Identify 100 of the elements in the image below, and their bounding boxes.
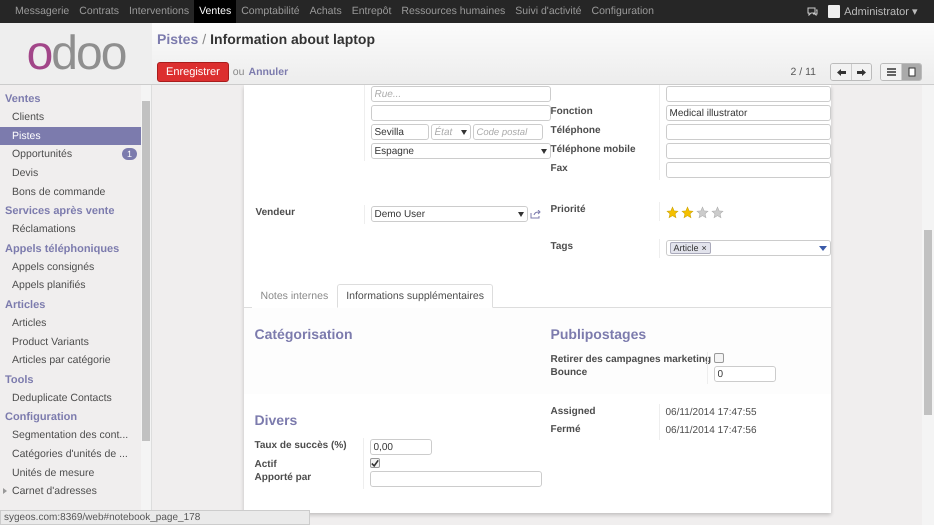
sidebar-section-title: Appels téléphoniques bbox=[4, 242, 120, 257]
checkbox[interactable] bbox=[370, 458, 380, 468]
right-arrow-icon bbox=[857, 68, 866, 76]
breadcrumb-link[interactable]: Pistes bbox=[157, 31, 198, 47]
star-icon[interactable] bbox=[666, 206, 678, 219]
tag: Article × bbox=[670, 242, 711, 254]
scrollbar[interactable] bbox=[922, 85, 934, 525]
count-badge: 1 bbox=[122, 148, 137, 160]
street-field[interactable]: Rue... bbox=[370, 86, 550, 102]
previous-button[interactable] bbox=[831, 64, 851, 80]
field-label: Taux de succès (%) bbox=[254, 439, 348, 453]
section-title: Catégorisation bbox=[254, 326, 354, 342]
sidebar-item[interactable]: Unités de mesure bbox=[0, 463, 141, 482]
input-field[interactable] bbox=[370, 471, 542, 487]
sidebar-item[interactable]: Articles bbox=[0, 314, 141, 332]
sidebar-item[interactable]: Product Variants bbox=[0, 332, 141, 351]
menu-item[interactable]: Entrepôt bbox=[346, 0, 396, 23]
caret-icon bbox=[460, 130, 466, 134]
date-value: 06/11/2014 17:47:56 bbox=[666, 424, 757, 438]
separator: / bbox=[202, 31, 206, 47]
field-label: Assigned bbox=[550, 405, 597, 419]
menu-item[interactable]: Ventes bbox=[194, 0, 236, 23]
country-dropdown[interactable]: Espagne bbox=[370, 143, 550, 159]
external-link-icon[interactable] bbox=[530, 210, 540, 218]
field-label: Téléphone mobile bbox=[550, 143, 637, 157]
field-label: Priorité bbox=[550, 203, 587, 217]
menu-item[interactable]: Ressources humaines bbox=[396, 0, 510, 23]
field-label: Téléphone bbox=[550, 124, 602, 138]
sidebar-item[interactable]: Clients bbox=[0, 108, 141, 127]
form-icon bbox=[908, 67, 916, 77]
sidebar-item[interactable]: Segmentation des cont... bbox=[0, 426, 141, 445]
menu-item[interactable]: Achats bbox=[304, 0, 347, 23]
menu-item[interactable]: Comptabilité bbox=[236, 0, 305, 23]
list-icon bbox=[886, 68, 896, 76]
input-field[interactable] bbox=[666, 124, 830, 140]
next-button[interactable] bbox=[851, 64, 871, 80]
checkbox[interactable] bbox=[714, 353, 724, 363]
star-icon[interactable] bbox=[680, 206, 694, 219]
date-value: 06/11/2014 17:47:55 bbox=[666, 406, 757, 420]
sidebar-item[interactable]: Devis bbox=[0, 164, 141, 182]
sidebar-section-title: Tools bbox=[4, 372, 35, 388]
caret-icon bbox=[818, 246, 826, 250]
zip-field[interactable]: Code postal bbox=[472, 124, 542, 140]
chat-icon[interactable] bbox=[807, 7, 818, 16]
save-button[interactable]: Enregistrer bbox=[157, 62, 229, 82]
section-title: Publipostages bbox=[550, 326, 648, 342]
caret-icon bbox=[540, 148, 546, 154]
sidebar-section-title: Articles bbox=[4, 298, 46, 313]
or-text: ou bbox=[232, 66, 244, 78]
input-field[interactable] bbox=[666, 143, 830, 159]
sidebar-item[interactable]: Bons de commande bbox=[0, 182, 141, 201]
field-label: Fonction bbox=[550, 105, 594, 119]
sidebar-item[interactable]: Deduplicate Contacts bbox=[0, 388, 141, 408]
field-label: Vendeur bbox=[256, 206, 296, 220]
sidebar-item[interactable]: Opportunités 1 bbox=[0, 145, 141, 164]
star-icon[interactable] bbox=[696, 206, 708, 219]
input-field[interactable]: Medical illustrator bbox=[666, 105, 830, 121]
input-field[interactable] bbox=[666, 162, 830, 178]
input-field[interactable]: 0 bbox=[714, 366, 776, 382]
city-field[interactable]: Sevilla bbox=[370, 124, 428, 140]
sidebar-item[interactable]: Réclamations bbox=[0, 220, 141, 239]
sidebar-item[interactable]: Carnet d'adresses bbox=[0, 482, 141, 500]
status-url: sygeos.com:8369/web#notebook_page_178 bbox=[0, 510, 310, 525]
list-view-button[interactable] bbox=[881, 64, 901, 80]
street2-field[interactable] bbox=[370, 105, 550, 121]
field-label: Fermé bbox=[550, 423, 582, 437]
section-title: Divers bbox=[254, 412, 298, 428]
field-label: Bounce bbox=[550, 366, 588, 380]
sidebar-section-title: Services après vente bbox=[4, 204, 116, 219]
form-view-button[interactable] bbox=[901, 64, 921, 80]
caret-icon bbox=[518, 212, 524, 216]
scrollbar[interactable] bbox=[141, 85, 151, 511]
user-menu[interactable]: Administrator ▾ bbox=[828, 5, 918, 18]
field-label: Fax bbox=[550, 162, 569, 176]
star-icon[interactable] bbox=[710, 206, 724, 219]
menu-item[interactable]: Messagerie bbox=[10, 0, 74, 23]
menu-item[interactable]: Contrats bbox=[74, 0, 124, 23]
sidebar-item[interactable]: Articles par catégorie bbox=[0, 350, 141, 370]
sidebar-section-title: Configuration bbox=[4, 410, 78, 426]
input-field[interactable]: 0,00 bbox=[370, 439, 432, 455]
left-arrow-icon bbox=[836, 68, 846, 76]
salesperson-dropdown[interactable]: Demo User bbox=[370, 206, 528, 222]
menu-item[interactable]: Suivi d'activité bbox=[510, 0, 586, 23]
field-label: Actif bbox=[254, 458, 278, 470]
input-field[interactable] bbox=[666, 86, 830, 102]
sidebar-section-title: Ventes bbox=[4, 92, 42, 107]
menu-item[interactable]: Interventions bbox=[124, 0, 194, 23]
sidebar-item[interactable]: Appels consignés bbox=[0, 258, 141, 276]
field-label: Apporté par bbox=[254, 471, 312, 485]
logo: odoo bbox=[26, 26, 126, 81]
page-title: Information about laptop bbox=[210, 31, 376, 47]
pager-text: 2 / 11 bbox=[790, 66, 816, 78]
sidebar-item[interactable]: Catégories d'unités de ... bbox=[0, 444, 141, 464]
sidebar-item[interactable]: Appels planifiés bbox=[0, 276, 141, 295]
sidebar-item[interactable]: Pistes bbox=[0, 126, 141, 146]
expand-arrow-icon bbox=[3, 488, 8, 494]
tab[interactable]: Informations supplémentaires bbox=[337, 284, 493, 308]
field-label: Tags bbox=[550, 240, 574, 254]
menu-item[interactable]: Configuration bbox=[586, 0, 659, 23]
tags-field[interactable]: Article × bbox=[666, 240, 830, 256]
